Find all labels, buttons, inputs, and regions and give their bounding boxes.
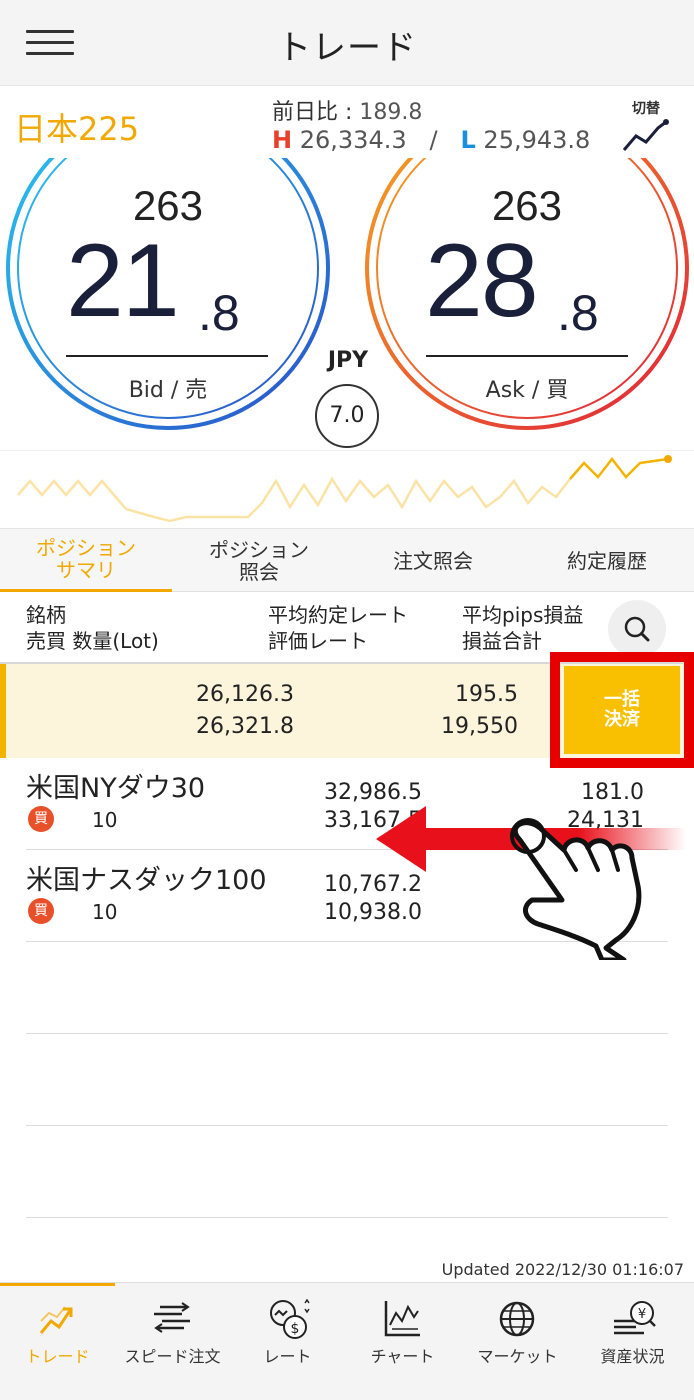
high-value: 26,334.3 [299, 126, 407, 154]
tick-sparkline [0, 450, 694, 528]
buy-badge: 買 [28, 806, 54, 832]
trade-screen: トレード 日本225 前日比 : 189.8 H 26,334.3 / L 25… [0, 0, 694, 1400]
ask-button[interactable]: 263 28 .8 Ask / 買 [389, 178, 665, 428]
chart-icon [384, 1301, 420, 1337]
nav-trade[interactable]: トレード [0, 1283, 115, 1400]
bottom-navigation: トレード スピード注文 $ レート チャート マーケット ¥ 資産状況 [0, 1282, 694, 1400]
bulk-close-button[interactable]: 一括 決済 [564, 666, 680, 754]
sparkline-chart [17, 455, 672, 523]
position-avg-rate: 10,767.2 [324, 872, 422, 897]
buy-badge: 買 [28, 898, 54, 924]
summary-eval-rate: 26,321.8 [196, 714, 294, 739]
empty-row [26, 942, 668, 1034]
nav-label: 資産状況 [600, 1347, 665, 1366]
nav-label: トレード [25, 1347, 90, 1366]
summary-avg-rate: 26,126.3 [196, 682, 294, 707]
empty-row [26, 1034, 668, 1126]
nav-speed-order[interactable]: スピード注文 [115, 1283, 230, 1400]
symbol-info-bar: 日本225 前日比 : 189.8 H 26,334.3 / L 25,943.… [0, 86, 694, 164]
position-pl: 24,131 [567, 808, 644, 833]
position-eval-rate: 10,938.0 [324, 900, 422, 925]
prev-close-change: 前日比 : 189.8 [272, 94, 422, 126]
high-mark: H [272, 126, 293, 154]
position-avg-rate: 32,986.5 [324, 780, 422, 805]
bid-decimal: .8 [198, 285, 240, 341]
empty-row [26, 1126, 668, 1218]
tab-execution-history[interactable]: 約定履歴 [520, 529, 694, 593]
nav-active-indicator [0, 1283, 115, 1286]
bid-button[interactable]: 263 21 .8 Bid / 売 [30, 178, 306, 428]
rate-icon: $ [270, 1299, 310, 1339]
position-pips: 181.0 [581, 780, 644, 805]
assets-icon: ¥ [614, 1301, 656, 1335]
position-row[interactable]: 米国NYダウ30 買 10 32,986.5 33,167.5 181.0 24… [26, 758, 668, 850]
nav-assets[interactable]: ¥ 資産状況 [575, 1283, 690, 1400]
summary-avg-pips: 195.5 [455, 682, 518, 707]
tab-position-summary[interactable]: ポジション サマリ [0, 529, 172, 593]
nav-label: チャート [370, 1347, 435, 1366]
nav-label: スピード注文 [124, 1347, 221, 1366]
prev-close-value: 189.8 [359, 100, 423, 125]
summary-total-pl: 19,550 [441, 714, 518, 739]
app-header: トレード [0, 0, 694, 86]
low-value: 25,943.8 [483, 126, 591, 154]
search-icon [624, 616, 650, 642]
trend-up-icon [39, 1306, 73, 1334]
svg-text:$: $ [291, 1321, 300, 1337]
position-lot: 10 [92, 900, 118, 924]
nav-rate[interactable]: $ レート [230, 1283, 345, 1400]
col-symbol: 銘柄 売買 数量(Lot) [26, 603, 159, 653]
bid-main: 21 [66, 223, 180, 339]
bid-label: Bid / 売 [128, 378, 208, 403]
tab-position-inquiry[interactable]: ポジション 照会 [172, 529, 346, 593]
position-symbol: 米国ナスダック100 [26, 865, 267, 896]
ask-main: 28 [425, 223, 539, 339]
col-pips: 平均pips損益 損益合計 [462, 603, 584, 653]
trend-switch-icon [622, 119, 669, 151]
nav-chart[interactable]: チャート [345, 1283, 460, 1400]
position-lot: 10 [92, 808, 118, 832]
globe-icon [499, 1301, 535, 1337]
prev-close-label: 前日比 : [272, 100, 360, 125]
ask-label: Ask / 買 [485, 378, 569, 403]
page-title: トレード [277, 28, 417, 68]
high-low: H 26,334.3 / L 25,943.8 [272, 126, 590, 154]
switch-label: 切替 [632, 101, 660, 117]
speed-order-icon [154, 1302, 190, 1333]
position-row[interactable]: 米国ナスダック100 買 10 10,767.2 10,938.0 [26, 850, 668, 942]
ask-decimal: .8 [557, 285, 599, 341]
position-eval-rate: 33,167.5 [324, 808, 422, 833]
price-panel: 263 21 .8 Bid / 売 263 28 .8 Ask / 買 JPY … [0, 158, 694, 450]
col-rate: 平均約定レート 評価レート [268, 603, 408, 653]
search-button[interactable] [608, 600, 666, 658]
svg-text:¥: ¥ [638, 1307, 646, 1322]
nav-label: レート [263, 1347, 312, 1366]
nav-label: マーケット [477, 1347, 558, 1366]
switch-button[interactable]: 切替 [614, 98, 678, 158]
symbol-name[interactable]: 日本225 [14, 104, 139, 150]
nav-market[interactable]: マーケット [460, 1283, 575, 1400]
spread-value: 7.0 [315, 384, 379, 448]
currency-label: JPY [327, 348, 369, 373]
updated-timestamp: Updated 2022/12/30 01:16:07 [441, 1260, 684, 1279]
high-low-separator: / [429, 126, 438, 154]
position-tabs: ポジション サマリ ポジション 照会 注文照会 約定履歴 [0, 528, 694, 593]
low-mark: L [460, 126, 476, 154]
position-symbol: 米国NYダウ30 [26, 773, 206, 804]
tab-order-inquiry[interactable]: 注文照会 [346, 529, 520, 593]
